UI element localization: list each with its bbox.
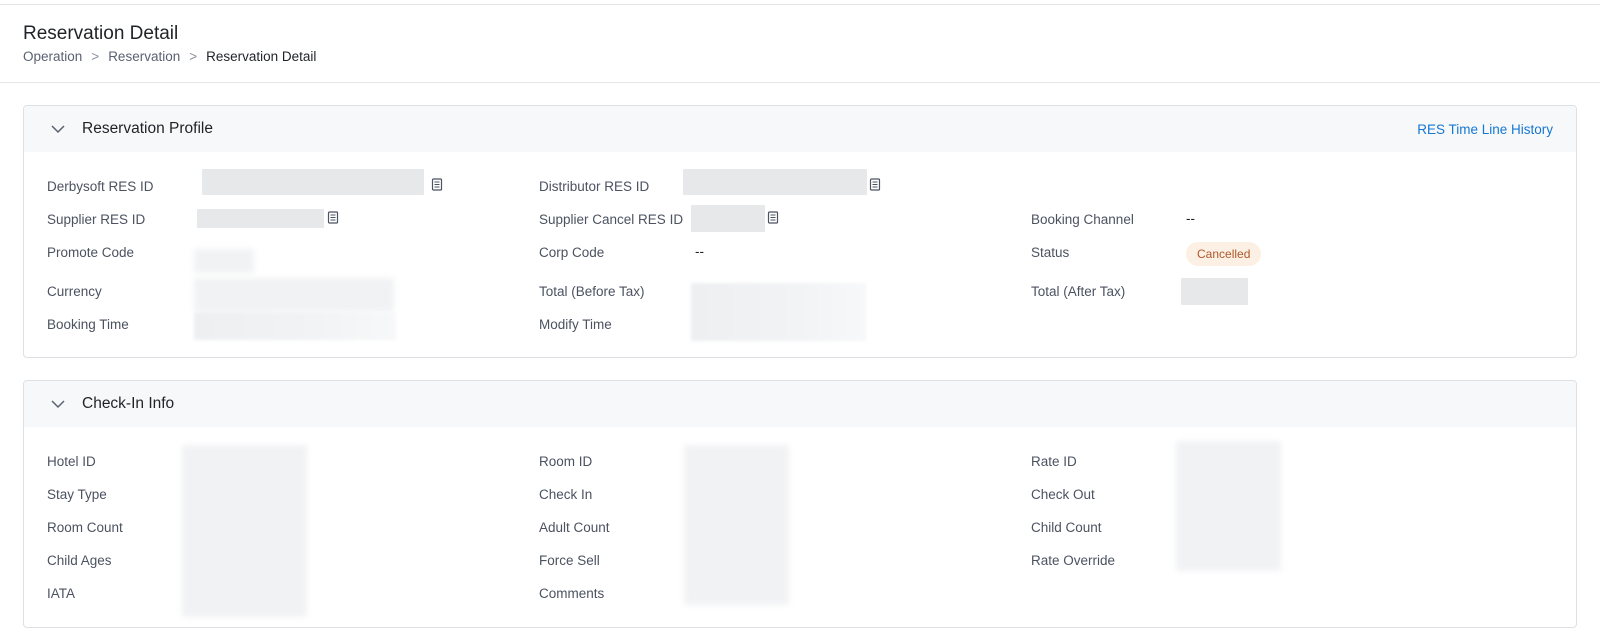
supplier-res-id-value xyxy=(197,209,324,228)
force-sell-label: Force Sell xyxy=(539,553,600,568)
copy-icon[interactable] xyxy=(431,178,443,191)
res-time-line-history-link[interactable]: RES Time Line History xyxy=(1417,122,1553,137)
stay-type-label: Stay Type xyxy=(47,487,107,502)
booking-channel-value: -- xyxy=(1186,211,1195,226)
distributor-res-id-label: Distributor RES ID xyxy=(539,179,650,194)
supplier-cancel-res-id-label: Supplier Cancel RES ID xyxy=(539,212,684,227)
derbysoft-res-id-value xyxy=(202,169,424,195)
copy-icon[interactable] xyxy=(869,178,881,191)
breadcrumb-operation[interactable]: Operation xyxy=(23,49,82,64)
check-in-label: Check In xyxy=(539,487,593,502)
page-header: Reservation Detail Operation > Reservati… xyxy=(0,5,1600,83)
page-title: Reservation Detail xyxy=(23,23,179,44)
supplier-res-id-label: Supplier RES ID xyxy=(47,212,146,227)
check-in-col1-values xyxy=(182,445,307,617)
corp-code-label: Corp Code xyxy=(539,245,605,260)
room-id-label: Room ID xyxy=(539,454,593,469)
hotel-id-label: Hotel ID xyxy=(47,454,96,469)
total-after-tax-value xyxy=(1181,278,1248,305)
total-after-tax-label: Total (After Tax) xyxy=(1031,284,1126,299)
rate-id-label: Rate ID xyxy=(1031,454,1077,469)
check-in-info-title: Check-In Info xyxy=(82,395,175,412)
status-badge: Cancelled xyxy=(1186,242,1262,266)
check-in-info-card: Check-In Info Hotel ID Stay Type Room Co… xyxy=(23,380,1577,628)
chevron-down-icon[interactable] xyxy=(50,398,66,410)
reservation-profile-title: Reservation Profile xyxy=(82,120,213,137)
check-in-info-header[interactable]: Check-In Info xyxy=(24,381,1576,427)
status-label: Status xyxy=(1031,245,1070,260)
breadcrumb-separator: > xyxy=(189,49,198,64)
derbysoft-res-id-label: Derbysoft RES ID xyxy=(47,179,154,194)
copy-icon[interactable] xyxy=(327,211,339,224)
comments-label: Comments xyxy=(539,586,605,601)
booking-time-label: Booking Time xyxy=(47,317,129,332)
total-before-tax-value xyxy=(691,283,866,341)
breadcrumb-reservation-detail: Reservation Detail xyxy=(206,49,317,64)
child-ages-label: Child Ages xyxy=(47,553,112,568)
distributor-res-id-value xyxy=(683,169,867,195)
room-count-label: Room Count xyxy=(47,520,123,535)
check-in-col3-values xyxy=(1176,441,1281,571)
currency-value xyxy=(194,278,394,312)
modify-time-label: Modify Time xyxy=(539,317,612,332)
reservation-profile-card: Reservation Profile RES Time Line Histor… xyxy=(23,105,1577,358)
rate-override-label: Rate Override xyxy=(1031,553,1116,568)
breadcrumb-reservation[interactable]: Reservation xyxy=(108,49,180,64)
iata-label: IATA xyxy=(47,586,76,601)
child-count-label: Child Count xyxy=(1031,520,1102,535)
adult-count-label: Adult Count xyxy=(539,520,610,535)
breadcrumb-separator: > xyxy=(91,49,100,64)
supplier-cancel-res-id-value xyxy=(691,205,765,232)
check-out-label: Check Out xyxy=(1031,487,1095,502)
booking-channel-label: Booking Channel xyxy=(1031,212,1134,227)
corp-code-value: -- xyxy=(695,244,704,259)
check-in-col2-values xyxy=(684,445,789,605)
booking-time-value xyxy=(194,312,396,340)
reservation-profile-header[interactable]: Reservation Profile RES Time Line Histor… xyxy=(24,106,1576,152)
chevron-down-icon[interactable] xyxy=(50,123,66,135)
total-before-tax-label: Total (Before Tax) xyxy=(539,284,645,299)
breadcrumb: Operation > Reservation > Reservation De… xyxy=(23,49,316,64)
promote-code-value xyxy=(194,249,254,273)
copy-icon[interactable] xyxy=(767,211,779,224)
promote-code-label: Promote Code xyxy=(47,245,135,260)
currency-label: Currency xyxy=(47,284,102,299)
